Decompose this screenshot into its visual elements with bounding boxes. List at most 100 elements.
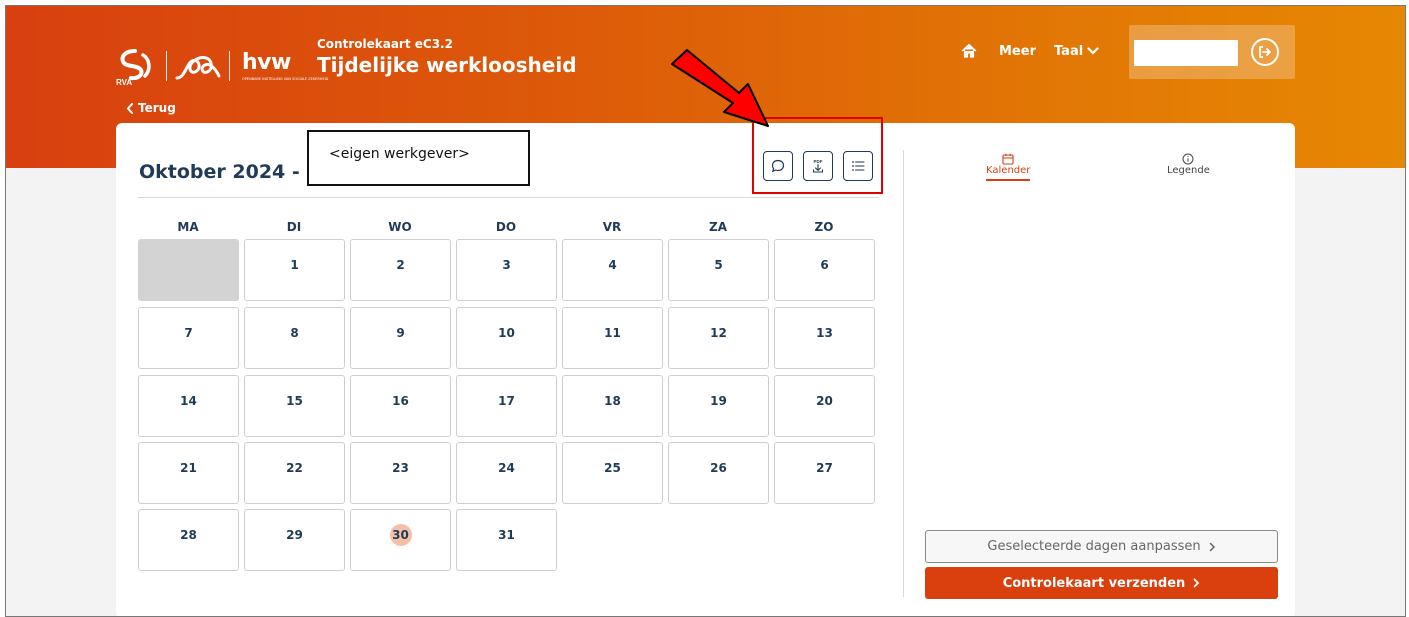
pdf-download-icon: PDF [812,159,824,173]
user-name-field [1134,40,1238,66]
month-title: Oktober 2024 - [139,161,300,183]
calendar-day-cell[interactable]: 1 [244,239,345,301]
calendar-icon [1002,153,1014,165]
calendar-day-cell[interactable]: 5 [668,239,769,301]
hvw-logo-text: hvw OPENBARE INSTELLING VAN SOCIALE ZEKE… [242,51,329,81]
logo-divider-2 [229,51,230,81]
day-number: 14 [180,394,197,408]
day-number: 7 [184,326,193,340]
back-link-label: Terug [138,101,176,115]
day-number: 29 [286,528,303,542]
calendar-day-cell[interactable]: 4 [562,239,663,301]
calendar-day-cell[interactable]: 14 [138,375,239,437]
day-number: 17 [498,394,515,408]
calendar-day-cell[interactable]: 30 [350,509,451,571]
send-control-card-button[interactable]: Controlekaart verzenden [925,567,1278,599]
chevron-right-icon [1209,542,1215,551]
tab-kalender[interactable]: Kalender [986,153,1030,181]
day-number: 8 [290,326,299,340]
day-number: 1 [290,258,299,272]
panel-divider [903,150,904,597]
header-divider [138,197,879,198]
page-subtitle: Controlekaart eC3.2 [317,37,453,51]
calendar-day-cell[interactable]: 24 [456,442,557,504]
hvw-logo-mark-icon [175,56,221,80]
language-dropdown[interactable]: Taal [1054,44,1099,59]
calendar-day-cell[interactable]: 11 [562,307,663,369]
chevron-right-icon [1193,578,1200,588]
language-dropdown-label: Taal [1053,43,1084,59]
calendar-day-cell[interactable]: 2 [350,239,451,301]
top-navigation: Meer Taal [961,43,1099,59]
calendar-card: Oktober 2024 - <eigen werkgever> PDF MA … [116,117,1295,616]
calendar-day-cell[interactable]: 17 [456,375,557,437]
calendar-day-empty [138,239,239,301]
day-number: 9 [396,326,405,340]
chevron-left-icon [126,102,133,114]
day-number: 20 [816,394,833,408]
calendar-day-cell[interactable]: 3 [456,239,557,301]
logout-icon [1259,46,1271,58]
day-number: 23 [392,461,409,475]
weekday-header: WO [388,220,412,234]
active-tab-indicator [986,179,1031,181]
calendar-day-cell[interactable]: 8 [244,307,345,369]
adjust-selected-days-label: Geselecteerde dagen aanpassen [987,539,1201,554]
calendar-day-cell[interactable]: 25 [562,442,663,504]
weekday-header: DO [495,220,517,234]
calendar-day-cell[interactable]: 21 [138,442,239,504]
day-number: 25 [604,461,621,475]
calendar-day-cell[interactable]: 18 [562,375,663,437]
pdf-download-button[interactable]: PDF [803,151,833,181]
tab-legende-label: Legende [1167,165,1210,176]
day-number: 24 [498,461,515,475]
calendar-day-cell[interactable]: 31 [456,509,557,571]
calendar-day-cell[interactable]: 23 [350,442,451,504]
calendar-day-cell[interactable]: 16 [350,375,451,437]
day-number: 18 [604,394,621,408]
calendar-day-cell[interactable]: 27 [774,442,875,504]
calendar-day-cell[interactable]: 28 [138,509,239,571]
nav-meer-link[interactable]: Meer [999,44,1036,59]
calendar-day-cell[interactable]: 6 [774,239,875,301]
day-number: 15 [286,394,303,408]
page-frame: RVA hvw OPENBARE INSTELLING VAN SOCIALE … [5,5,1406,617]
calendar-day-cell[interactable]: 9 [350,307,451,369]
adjust-selected-days-button[interactable]: Geselecteerde dagen aanpassen [925,530,1278,563]
calendar-day-cell[interactable]: 29 [244,509,345,571]
calendar-day-cell[interactable]: 12 [668,307,769,369]
calendar-day-cell[interactable]: 13 [774,307,875,369]
calendar-day-cell[interactable]: 7 [138,307,239,369]
day-number: 22 [286,461,303,475]
chevron-down-icon [1087,47,1099,55]
day-number: 31 [498,528,515,542]
list-view-button[interactable] [843,151,873,181]
calendar-day-cell[interactable]: 22 [244,442,345,504]
logo-group: RVA hvw OPENBARE INSTELLING VAN SOCIALE … [114,46,328,86]
list-icon [852,161,865,171]
comment-icon [771,159,785,173]
weekday-header: VR [602,220,622,234]
day-number: 3 [502,258,511,272]
back-link[interactable]: Terug [126,101,176,115]
calendar-day-cell[interactable]: 26 [668,442,769,504]
logout-button[interactable] [1251,38,1279,66]
home-icon[interactable] [961,43,977,59]
calendar-day-cell[interactable]: 10 [456,307,557,369]
tab-kalender-label: Kalender [986,165,1031,176]
calendar-day-cell[interactable]: 19 [668,375,769,437]
day-number: 21 [180,461,197,475]
hvw-logo-subtitle: OPENBARE INSTELLING VAN SOCIALE ZEKERHEI… [242,76,329,81]
day-number: 2 [396,258,405,272]
day-number: 28 [180,528,197,542]
weekday-header: ZO [814,220,834,234]
employer-label: <eigen werkgever> [307,130,530,186]
svg-text:PDF: PDF [814,159,823,164]
calendar-day-cell[interactable]: 15 [244,375,345,437]
weekday-header: MA [177,220,199,234]
comment-button[interactable] [763,151,793,181]
tab-legende[interactable]: Legende [1167,153,1210,176]
day-number: 13 [816,326,833,340]
day-number: 5 [714,258,723,272]
calendar-day-cell[interactable]: 20 [774,375,875,437]
